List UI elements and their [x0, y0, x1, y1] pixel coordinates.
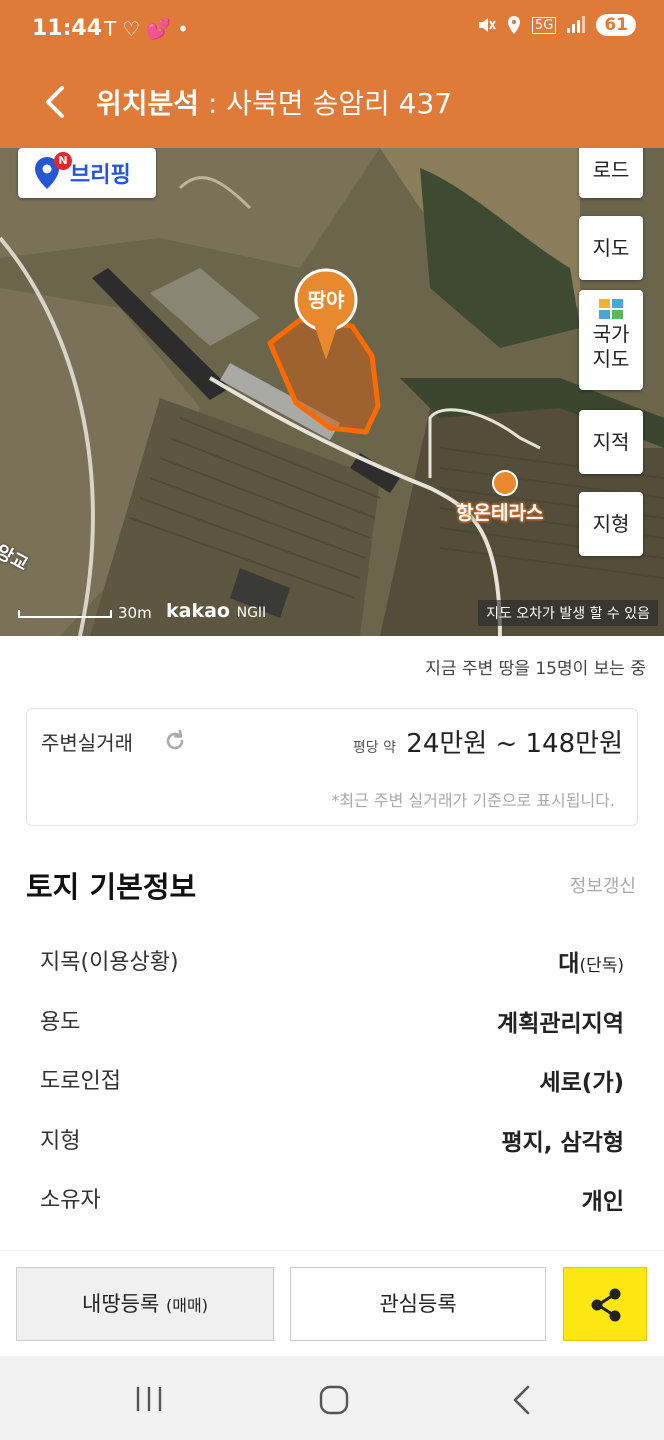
info-value: 평지, 삼각형 [501, 1129, 624, 1156]
info-value: 계획관리지역 [497, 1010, 624, 1037]
share-icon [591, 1288, 621, 1322]
national-map-label-1: 국가 [592, 322, 630, 346]
cafe-icon [492, 470, 518, 496]
info-value-sub: (단독) [579, 956, 624, 976]
land-info-title: 토지 기본정보 [26, 870, 197, 904]
kakao-logo: kakao [166, 600, 230, 622]
recent-apps-icon[interactable] [134, 1384, 164, 1414]
map-layer-label: 지도 [592, 236, 630, 260]
map-attribution: kakao NGII [166, 600, 266, 622]
national-map-button[interactable]: 국가 지도 [579, 290, 643, 390]
road-view-button[interactable]: 로드 [579, 148, 643, 198]
home-icon[interactable] [318, 1384, 350, 1416]
info-key: 용도 [40, 1009, 81, 1035]
info-key: 소유자 [40, 1188, 101, 1213]
info-value: 세로(가) [539, 1070, 624, 1096]
parcel-marker[interactable]: 땅야 [292, 268, 360, 364]
scale-bar [18, 610, 112, 618]
dot-icon: • [177, 17, 195, 41]
viewers-count: 지금 주변 땅을 15명이 보는 중 [425, 659, 646, 679]
info-row: 소유자 개인 [40, 1168, 624, 1228]
heart-icon: ♡ [122, 17, 147, 41]
map-layer-button[interactable]: 지도 [579, 216, 643, 280]
satellite-imagery [0, 148, 664, 636]
briefing-pin-icon: N [34, 152, 72, 190]
page-title-address: : 사북면 송암리 437 [199, 87, 453, 120]
price-note: *최근 주변 실거래가 기준으로 표시됩니다. [331, 791, 615, 810]
hearts-icon: 💕 [146, 17, 178, 41]
scale-label: 30m [118, 604, 152, 622]
price-unit: 평당 약 [352, 740, 397, 756]
register-my-land-button[interactable]: 내땅등록 (매매) [16, 1267, 274, 1341]
app-header-bar: 11:44 T♡💕• 5G 61 위치분석 : 사북면 송암리 437 [0, 0, 664, 148]
price-range: 평당 약 24만원 ~ 148만원 [353, 723, 623, 760]
cadastral-button[interactable]: 지적 [579, 410, 643, 474]
back-arrow-icon[interactable] [36, 80, 76, 124]
signal-icon [567, 16, 586, 33]
briefing-label: 브리핑 [70, 163, 131, 188]
terrain-label: 지형 [592, 512, 630, 536]
price-range-value: 24만원 ~ 148만원 [406, 729, 623, 759]
info-key: 지형 [40, 1128, 81, 1154]
register-sub: (매매) [166, 1296, 208, 1315]
map-error-note: 지도 오차가 발생 할 수 있음 [478, 600, 658, 626]
national-map-icon [599, 299, 623, 319]
info-row: 도로인접 세로(가) [40, 1049, 624, 1109]
info-refresh-link[interactable]: 정보갱신 [570, 872, 636, 898]
notification-icons: T♡💕• [104, 17, 195, 41]
nearby-transactions-label: 주변실거래 [41, 731, 133, 755]
mute-icon [478, 18, 496, 32]
info-key: 도로인접 [40, 1069, 121, 1094]
info-value: 대(단독) [558, 944, 624, 978]
info-key: 지목(이용상황) [40, 950, 179, 975]
info-row: 용도 계획관리지역 [40, 990, 624, 1050]
info-row: 지형 평지, 삼각형 [40, 1109, 624, 1169]
new-badge: N [54, 152, 72, 170]
nav-back-icon[interactable] [508, 1384, 536, 1416]
system-icons: 5G 61 [476, 14, 636, 36]
refresh-icon[interactable] [163, 729, 187, 753]
nearby-transactions-card: 주변실거래 평당 약 24만원 ~ 148만원 *최근 주변 실거래가 기준으로… [26, 708, 638, 826]
cadastral-label: 지적 [592, 430, 630, 454]
land-info-table: 지목(이용상황) 대(단독) 용도 계획관리지역 도로인접 세로(가) 지형 평… [40, 930, 624, 1228]
network-5g-icon: 5G [531, 16, 557, 34]
interest-label: 관심등록 [379, 1292, 457, 1316]
info-value-main: 대 [558, 951, 580, 977]
page-title: 위치분석 : 사북면 송암리 437 [96, 82, 452, 122]
briefing-button[interactable]: N 브리핑 [18, 148, 156, 198]
register-label: 내땅등록 [82, 1292, 160, 1316]
status-bar: 11:44 T♡💕• 5G 61 [0, 0, 664, 62]
satellite-map[interactable]: N 브리핑 로드 지도 국가 지도 지적 지형 땅야 항온테라스 앙교 30m … [0, 148, 664, 636]
ngii-label: NGII [236, 605, 267, 621]
add-interest-button[interactable]: 관심등록 [290, 1267, 546, 1341]
info-value: 개인 [581, 1189, 624, 1215]
page-title-bold: 위치분석 [96, 87, 200, 120]
info-row: 지목(이용상황) 대(단독) [40, 930, 624, 990]
marker-pin-icon [294, 268, 358, 360]
system-nav-bar [0, 1356, 664, 1440]
status-time: 11:44 [32, 16, 103, 41]
share-button[interactable] [563, 1267, 647, 1341]
battery-icon: 61 [596, 14, 636, 36]
poi-name: 항온테라스 [456, 502, 544, 524]
bottom-action-bar: 내땅등록 (매매) 관심등록 [0, 1250, 664, 1356]
location-icon [507, 16, 520, 34]
terrain-button[interactable]: 지형 [579, 492, 643, 556]
marker-label: 땅야 [307, 288, 345, 312]
page-header: 위치분석 : 사북면 송암리 437 [0, 62, 664, 148]
road-view-label: 로드 [592, 158, 630, 182]
national-map-label-2: 지도 [592, 347, 630, 371]
t-map-icon: T [104, 17, 123, 41]
